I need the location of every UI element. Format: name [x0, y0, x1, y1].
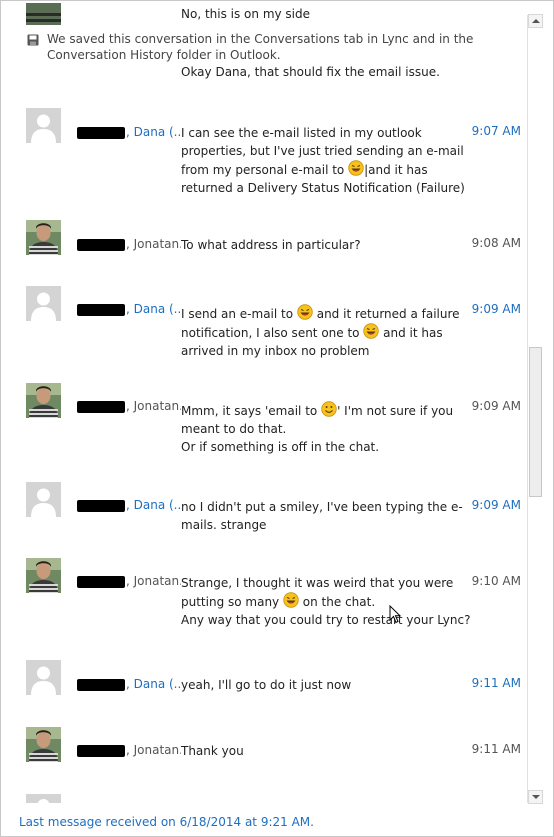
sender-name-label: , Dana (...: [126, 302, 181, 316]
laughing-emoticon-icon: [297, 304, 313, 320]
sender-name-label: , Jonatan...: [126, 743, 181, 757]
message-timestamp: 9:09 AM: [471, 302, 521, 316]
sender-name[interactable]: , Jonatan...: [77, 399, 181, 413]
laughing-emoticon-icon: [283, 592, 299, 608]
user-photo-avatar[interactable]: [26, 220, 61, 255]
sender-name-label: , Dana (...: [126, 125, 181, 139]
message-timestamp: 9:09 AM: [471, 498, 521, 512]
message-timestamp: 9:07 AM: [471, 124, 521, 138]
sender-name-label: , Dana (...: [126, 498, 181, 512]
message-text: I can see the e-mail listed in my outloo…: [181, 126, 465, 195]
conversation-window: No, this is on my side We saved this con…: [0, 0, 554, 837]
message-text: I send an e-mail to and it returned a fa…: [181, 304, 471, 360]
message-timestamp: 9:10 AM: [471, 574, 521, 588]
sender-name-label: , Jonatan...: [126, 237, 181, 251]
floppy-disk-icon: [27, 34, 39, 46]
laughing-emoticon-icon: [363, 323, 380, 339]
scrollbar[interactable]: [527, 14, 543, 804]
sender-name[interactable]: , Dana (...: [77, 125, 181, 139]
redacted-name: [77, 400, 125, 413]
status-bar: Last message received on 6/18/2014 at 9:…: [1, 807, 553, 836]
saved-notice-text: We saved this conversation in the Conver…: [47, 32, 474, 62]
conversation-history: No, this is on my side We saved this con…: [1, 1, 527, 803]
sender-name-label: , Jonatan...: [126, 574, 181, 588]
scroll-up-button[interactable]: [528, 14, 543, 28]
laughing-emoticon-icon: [348, 160, 364, 176]
partial-avatar: [26, 3, 61, 25]
chevron-down-icon: [532, 795, 540, 799]
message-text: Thank you: [181, 744, 244, 758]
sender-name[interactable]: , Jonatan...: [77, 237, 181, 251]
partial-avatar: [26, 793, 61, 803]
message-text: Mmm, it says 'email to ' I'm not sure if…: [181, 401, 471, 456]
redacted-name: [77, 678, 125, 691]
message-text: yeah, I'll go to do it just now: [181, 678, 352, 692]
scroll-down-button[interactable]: [528, 790, 543, 804]
message-timestamp: 9:11 AM: [471, 742, 521, 756]
message-timestamp: 9:08 AM: [471, 236, 521, 250]
message-timestamp: 9:11 AM: [471, 676, 521, 690]
mouse-cursor-icon: [389, 605, 402, 624]
sender-name[interactable]: , Dana (...: [77, 677, 181, 691]
sender-name[interactable]: , Jonatan...: [77, 574, 181, 588]
sender-name[interactable]: , Dana (...: [77, 302, 181, 316]
default-avatar[interactable]: [26, 660, 61, 695]
chevron-up-icon: [532, 19, 540, 23]
message-text: To what address in particular?: [181, 238, 361, 252]
user-photo-avatar[interactable]: [26, 383, 61, 418]
default-avatar[interactable]: [26, 286, 61, 321]
user-photo-avatar[interactable]: [26, 558, 61, 593]
redacted-name: [77, 744, 125, 757]
last-message-status: Last message received on 6/18/2014 at 9:…: [19, 815, 314, 829]
sender-name-label: , Dana (...: [126, 677, 181, 691]
message-text: Okay Dana, that should fix the email iss…: [181, 65, 440, 79]
redacted-name: [77, 126, 125, 139]
saved-notice: We saved this conversation in the Conver…: [27, 31, 507, 63]
message-text: no I didn't put a smiley, I've been typi…: [181, 500, 463, 532]
redacted-name: [77, 575, 125, 588]
sender-name[interactable]: , Dana (...: [77, 498, 181, 512]
user-photo-avatar[interactable]: [26, 727, 61, 762]
redacted-name: [77, 303, 125, 316]
partial-message: No, this is on my side: [181, 7, 311, 21]
smile-emoticon-icon: [321, 401, 337, 417]
scrollbar-thumb[interactable]: [529, 347, 542, 497]
message-timestamp: 9:09 AM: [471, 399, 521, 413]
sender-name-label: , Jonatan...: [126, 399, 181, 413]
sender-name[interactable]: , Jonatan...: [77, 743, 181, 757]
default-avatar[interactable]: [26, 108, 61, 143]
redacted-name: [77, 499, 125, 512]
redacted-name: [77, 238, 125, 251]
message-text: Strange, I thought it was weird that you…: [181, 576, 471, 627]
default-avatar[interactable]: [26, 482, 61, 517]
